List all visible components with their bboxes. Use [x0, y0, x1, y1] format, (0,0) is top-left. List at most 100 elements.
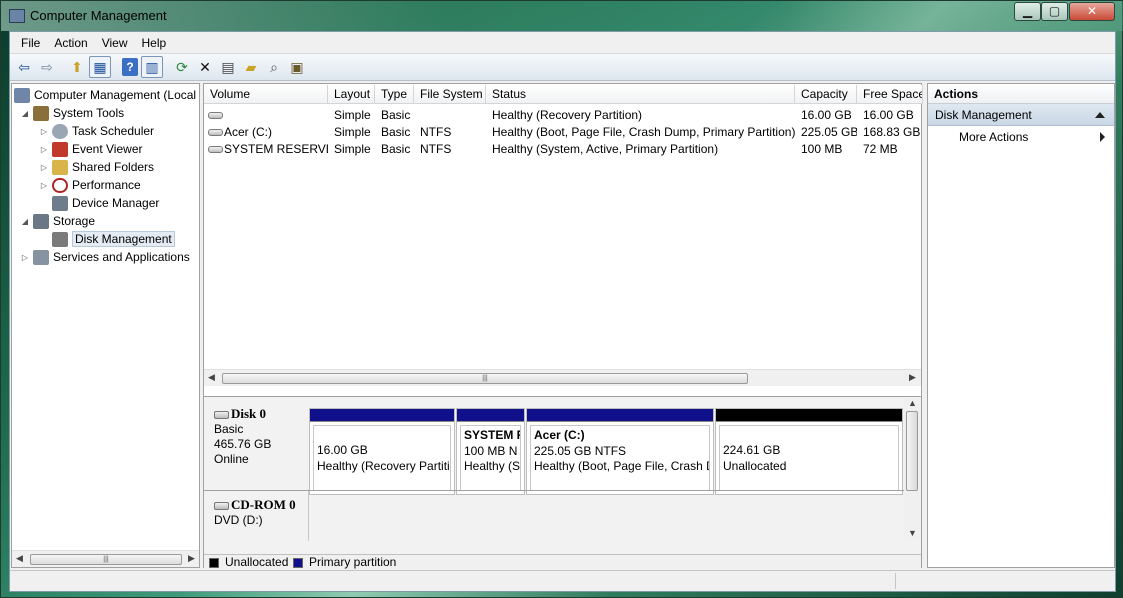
refresh-icon[interactable]: ⟳: [171, 56, 193, 78]
column-header-type[interactable]: Type: [375, 85, 414, 104]
forward-icon[interactable]: ⇨: [36, 56, 58, 78]
scroll-left-arrow-icon[interactable]: ◀: [16, 553, 23, 564]
scroll-right-arrow-icon[interactable]: ▶: [188, 553, 195, 564]
hard-disk-icon: [214, 410, 229, 419]
partition-recovery[interactable]: 16.00 GB Healthy (Recovery Partiti: [309, 408, 455, 495]
tree-item-event-viewer[interactable]: ▷ Event Viewer: [39, 140, 142, 158]
volume-list-header: Volume Layout Type File System Status Ca…: [204, 85, 923, 104]
tree-item-services-and-applications[interactable]: ▷ Services and Applications: [20, 248, 190, 266]
event-viewer-icon: [52, 141, 68, 157]
volume-icon: [208, 146, 223, 153]
menu-view[interactable]: View: [95, 33, 135, 53]
shared-folder-icon: [52, 159, 68, 175]
tree-item-system-tools[interactable]: ◢ System Tools: [20, 104, 124, 122]
primary-partition-bar: [457, 409, 524, 422]
scroll-up-arrow-icon[interactable]: ▲: [908, 398, 917, 408]
show-hide-action-pane-icon[interactable]: ▥: [141, 56, 163, 78]
column-header-layout[interactable]: Layout: [328, 85, 375, 104]
disk-0-info[interactable]: Disk 0 Basic 465.76 GB Online: [214, 406, 271, 467]
disk-view-vertical-scrollbar[interactable]: ▲ ▼: [904, 398, 921, 540]
collapsed-arrow-icon[interactable]: ▷: [39, 145, 49, 154]
scroll-right-arrow-icon[interactable]: ▶: [909, 372, 916, 383]
title-bar[interactable]: Computer Management ▁ ▢ ✕: [1, 1, 1123, 31]
collapse-arrow-icon[interactable]: [1095, 112, 1105, 118]
partition-acer-c[interactable]: Acer (C:) 225.05 GB NTFS Healthy (Boot, …: [526, 408, 714, 495]
computer-management-window: Computer Management ▁ ▢ ✕ File Action Vi…: [0, 0, 1123, 598]
graphical-disk-view: Disk 0 Basic 465.76 GB Online 16.00 GB H…: [204, 396, 921, 554]
collapsed-arrow-icon[interactable]: ▷: [20, 253, 30, 262]
tree-item-task-scheduler[interactable]: ▷ Task Scheduler: [39, 122, 154, 140]
performance-icon: [52, 177, 68, 193]
settings-icon[interactable]: ▣: [286, 56, 308, 78]
services-icon: [33, 249, 49, 265]
tree-root[interactable]: Computer Management (Local: [14, 86, 196, 104]
tree-item-device-manager[interactable]: Device Manager: [39, 194, 159, 212]
tree-item-performance[interactable]: ▷ Performance: [39, 176, 141, 194]
column-header-file-system[interactable]: File System: [414, 85, 486, 104]
collapsed-arrow-icon[interactable]: ▷: [39, 163, 49, 172]
primary-partition-bar: [310, 409, 454, 422]
toolbar-separator: [112, 56, 118, 78]
column-header-capacity[interactable]: Capacity: [795, 85, 857, 104]
scroll-down-arrow-icon[interactable]: ▼: [908, 528, 917, 538]
collapsed-arrow-icon[interactable]: ▷: [39, 127, 49, 136]
disk-legend: Unallocated Primary partition: [204, 554, 921, 569]
maximize-button[interactable]: ▢: [1041, 2, 1068, 21]
actions-pane: Actions Disk Management More Actions: [927, 83, 1115, 568]
status-bar: [10, 570, 1115, 591]
partition-unallocated[interactable]: 224.61 GB Unallocated: [715, 408, 903, 495]
expanded-arrow-icon[interactable]: ◢: [20, 109, 30, 118]
cdrom-0-info[interactable]: CD-ROM 0 DVD (D:): [214, 497, 296, 528]
actions-header: Actions: [928, 84, 1114, 104]
navigation-tree: Computer Management (Local ◢ System Tool…: [11, 83, 200, 568]
disk-management-pane: Volume Layout Type File System Status Ca…: [203, 83, 923, 569]
tree-item-disk-management[interactable]: Disk Management: [39, 230, 175, 248]
tree-item-storage[interactable]: ◢ Storage: [20, 212, 95, 230]
tree-item-shared-folders[interactable]: ▷ Shared Folders: [39, 158, 154, 176]
close-button[interactable]: ✕: [1069, 2, 1115, 21]
menu-action[interactable]: Action: [47, 33, 94, 53]
help-icon[interactable]: ?: [122, 58, 138, 76]
minimize-button[interactable]: ▁: [1014, 2, 1041, 21]
window-title: Computer Management: [30, 8, 167, 23]
search-icon[interactable]: ⌕: [263, 56, 285, 78]
menu-file[interactable]: File: [14, 33, 47, 53]
toolbar: ⇦ ⇨ ⬆ ▦ ? ▥ ⟳ ✕ ▤ ▰ ⌕ ▣: [10, 54, 1115, 81]
up-folder-icon[interactable]: ⬆: [66, 56, 88, 78]
properties-icon[interactable]: ▤: [217, 56, 239, 78]
unallocated-swatch: [209, 558, 219, 568]
collapsed-arrow-icon[interactable]: ▷: [39, 181, 49, 190]
computer-management-icon: [9, 9, 25, 23]
submenu-arrow-icon: [1100, 132, 1105, 142]
tools-icon: [33, 105, 49, 121]
computer-icon: [14, 87, 30, 103]
cd-drive-icon: [214, 501, 229, 510]
expanded-arrow-icon[interactable]: ◢: [20, 217, 30, 226]
volume-list-horizontal-scrollbar[interactable]: ◀ ||| ▶: [204, 369, 921, 386]
actions-section-disk-management[interactable]: Disk Management: [928, 104, 1114, 126]
column-header-free-space[interactable]: Free Space: [857, 85, 923, 104]
toolbar-separator: [59, 56, 65, 78]
scrollbar-thumb[interactable]: |||: [222, 373, 748, 384]
scroll-left-arrow-icon[interactable]: ◀: [208, 372, 215, 383]
open-icon[interactable]: ▰: [240, 56, 262, 78]
back-icon[interactable]: ⇦: [13, 56, 35, 78]
scrollbar-thumb[interactable]: [906, 411, 918, 491]
primary-partition-bar: [527, 409, 713, 422]
delete-icon[interactable]: ✕: [194, 56, 216, 78]
client-area: File Action View Help ⇦ ⇨ ⬆ ▦ ? ▥ ⟳ ✕ ▤ …: [9, 31, 1116, 592]
more-actions-item[interactable]: More Actions: [928, 126, 1114, 148]
disk-management-icon: [52, 231, 68, 247]
clock-icon: [52, 123, 68, 139]
cdrom-0-row[interactable]: CD-ROM 0 DVD (D:): [204, 490, 921, 541]
storage-icon: [33, 213, 49, 229]
scrollbar-thumb[interactable]: |||: [30, 554, 182, 565]
menu-bar: File Action View Help: [10, 32, 1115, 54]
show-hide-tree-icon[interactable]: ▦: [89, 56, 111, 78]
column-header-volume[interactable]: Volume: [204, 85, 328, 104]
column-header-status[interactable]: Status: [486, 85, 795, 104]
menu-help[interactable]: Help: [135, 33, 174, 53]
partition-system-reserved[interactable]: SYSTEM R 100 MB N Healthy (S: [456, 408, 525, 495]
tree-horizontal-scrollbar[interactable]: ◀ ||| ▶: [12, 550, 199, 567]
volume-icon: [208, 112, 223, 119]
